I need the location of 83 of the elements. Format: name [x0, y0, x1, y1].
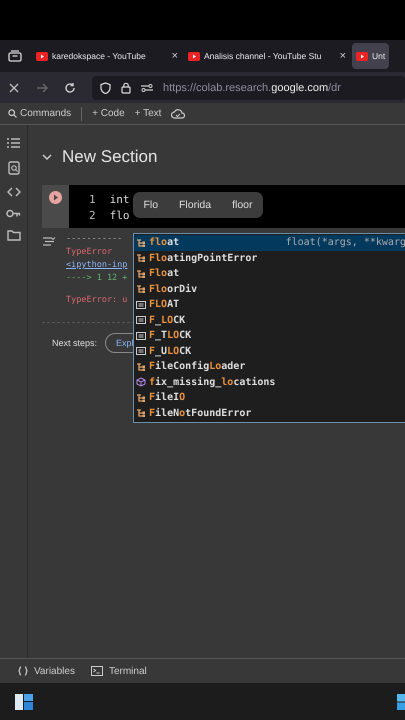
output-line: TypeError: u — [66, 295, 128, 305]
browser-tab[interactable]: karedokspace - YouTube × — [32, 43, 182, 69]
completion-label: FLOAT — [149, 299, 180, 310]
class-icon — [136, 362, 146, 372]
completion-label: Float — [149, 268, 180, 280]
completion-label: F_ULOCK — [149, 346, 192, 357]
class-icon — [136, 392, 146, 403]
line-number: 1 — [89, 192, 96, 206]
list-icon[interactable] — [7, 137, 20, 149]
document-search-icon[interactable] — [8, 161, 20, 175]
reload-icon[interactable] — [64, 82, 76, 94]
completion-label: FloorDiv — [149, 284, 198, 295]
completion-item[interactable]: FileConfigLoader — [134, 359, 405, 374]
terminal-button[interactable]: Terminal — [90, 666, 147, 676]
completion-item[interactable]: float float(*args, **kwarg — [134, 235, 405, 250]
completion-label: F_LOCK — [149, 314, 186, 326]
braces-icon — [18, 666, 28, 676]
code-line: flo — [110, 208, 130, 222]
code-line: int — [110, 192, 130, 206]
line-number: 2 — [89, 208, 96, 222]
add-button[interactable]: + Code — [92, 108, 125, 119]
traceback-link[interactable]: <ipython-inp — [66, 260, 128, 270]
video-logo-icon — [356, 52, 368, 60]
add-button[interactable]: + Text — [134, 108, 162, 119]
constant-icon — [136, 346, 146, 356]
completion-item[interactable]: F_LOCK — [134, 312, 405, 328]
shield-icon — [100, 82, 111, 94]
completion-item[interactable]: FileNotFoundError — [134, 406, 405, 421]
url-text: https://colab.research.google.com/dr — [163, 82, 341, 94]
variables-button[interactable]: Variables — [18, 666, 75, 676]
completion-item[interactable]: FLOAT — [134, 297, 405, 312]
browser-tab[interactable]: Analisis channel - YouTube Stu × — [184, 43, 350, 69]
address-field[interactable]: https://colab.research.google.com/dr — [92, 76, 405, 100]
suggestion[interactable]: Florida — [179, 199, 212, 211]
completion-label: FileNotFoundError — [149, 408, 252, 419]
run-icon[interactable] — [49, 191, 62, 204]
completion-item[interactable]: FloorDiv — [134, 282, 405, 297]
lock-icon — [121, 82, 131, 94]
completion-item[interactable]: FileIO — [134, 390, 405, 406]
completion-detail: float(*args, **kwarg — [286, 237, 405, 248]
tab-list-icon[interactable] — [8, 50, 22, 62]
constant-icon — [136, 300, 146, 310]
completion-label: FloatingPointError — [149, 252, 258, 264]
output-settings-icon[interactable] — [42, 236, 56, 247]
next-steps-label: Next steps: — [52, 338, 98, 348]
suggestion[interactable]: floor — [232, 199, 253, 211]
completion-label: FileConfigLoader — [149, 361, 246, 372]
video-logo-icon — [36, 52, 48, 60]
completion-label: F_TLOCK — [149, 330, 192, 342]
completion-item[interactable]: fix_missing_locations — [134, 374, 405, 390]
suggestion[interactable]: Flo — [143, 199, 158, 211]
widgets-icon[interactable] — [15, 694, 33, 710]
permissions-icon — [141, 84, 153, 92]
completion-item[interactable]: Float — [134, 266, 405, 282]
section-title: New Section — [62, 147, 158, 167]
class-icon — [136, 238, 146, 248]
key-icon[interactable] — [6, 209, 21, 218]
terminal-icon — [90, 666, 103, 676]
class-icon — [136, 408, 146, 418]
class-icon — [136, 284, 146, 294]
completion-label: FileIO — [149, 392, 186, 404]
forward-icon[interactable] — [36, 82, 48, 94]
cube-icon — [136, 377, 146, 388]
search-icon — [8, 109, 17, 118]
output-line: TypeError — [66, 247, 114, 257]
caret-icon[interactable] — [42, 154, 52, 160]
start-icon[interactable] — [397, 694, 405, 710]
class-icon — [136, 253, 146, 264]
close-icon[interactable] — [8, 82, 20, 94]
completion-label: float — [149, 237, 180, 248]
completion-label: fix_missing_locations — [149, 376, 276, 388]
code-icon[interactable] — [6, 187, 20, 197]
browser-tab[interactable]: Unt — [352, 43, 390, 69]
cloud-icon[interactable] — [171, 108, 186, 118]
constant-icon — [136, 330, 146, 341]
commands-button[interactable]: Commands — [8, 108, 72, 119]
folder-icon[interactable] — [6, 230, 20, 241]
output-line: ----------- — [66, 234, 124, 244]
completion-item[interactable]: FloatingPointError — [134, 250, 405, 266]
constant-icon — [136, 315, 146, 326]
output-line: ----> 1 12 + — [66, 273, 128, 283]
video-logo-icon — [188, 52, 200, 60]
class-icon — [136, 268, 146, 279]
